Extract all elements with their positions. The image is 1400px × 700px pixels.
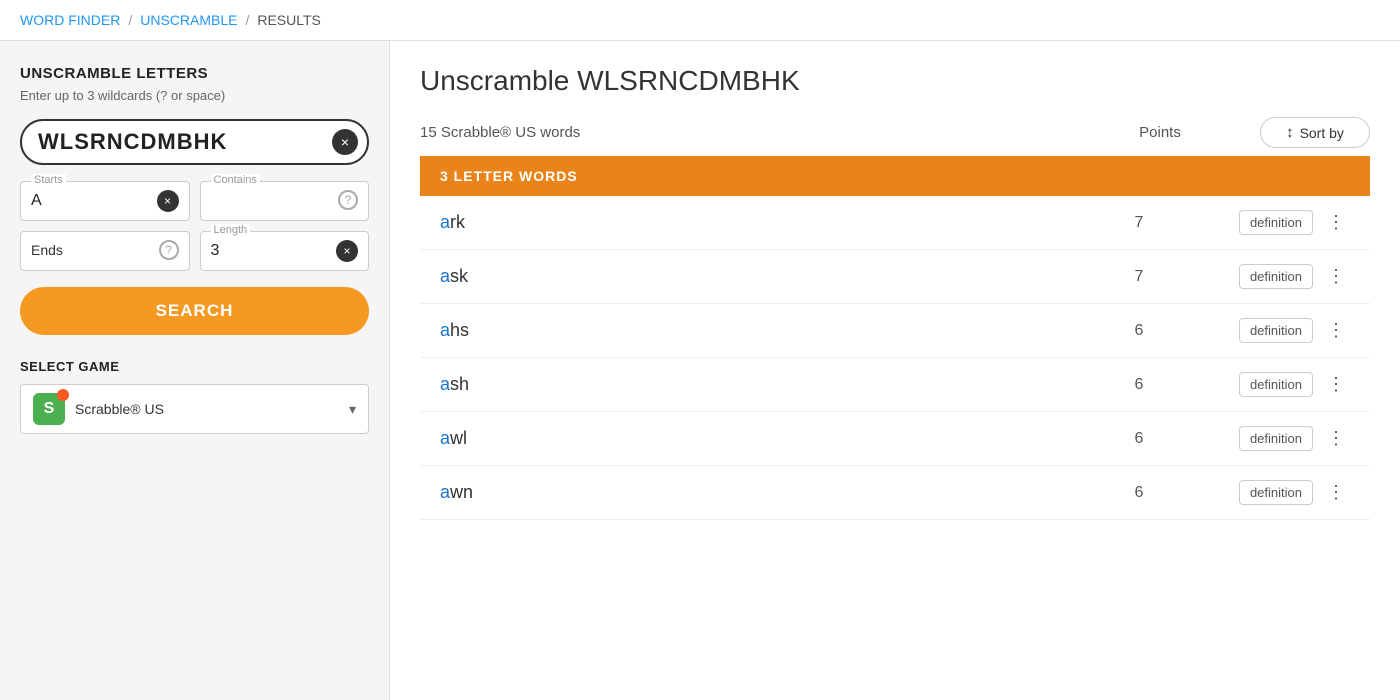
game-icon-badge: [57, 389, 69, 401]
starts-filter: Starts ×: [20, 181, 190, 221]
contains-input[interactable]: [211, 191, 314, 209]
contains-help-icon[interactable]: ?: [338, 190, 358, 210]
results-title: Unscramble WLSRNCDMBHK: [420, 65, 1370, 97]
length-filter: Length ×: [200, 231, 370, 271]
definition-button[interactable]: definition: [1239, 372, 1313, 397]
sort-button[interactable]: ↕ Sort by: [1260, 117, 1370, 148]
word-text: ahs: [440, 320, 1039, 341]
more-options-button[interactable]: ⋮: [1323, 482, 1350, 503]
word-points: 6: [1039, 376, 1239, 394]
table-row: ark7definition ⋮: [420, 196, 1370, 250]
game-name: Scrabble® US: [75, 401, 349, 417]
starts-input-row: ×: [31, 190, 179, 212]
game-icon: S: [33, 393, 65, 425]
word-first-letter: a: [440, 212, 450, 232]
points-label: Points: [1060, 124, 1260, 141]
word-first-letter: a: [440, 320, 450, 340]
word-points: 6: [1039, 430, 1239, 448]
length-input[interactable]: [211, 242, 314, 260]
select-game-title: SELECT GAME: [20, 359, 369, 374]
table-row: ahs6definition ⋮: [420, 304, 1370, 358]
table-row: awn6definition ⋮: [420, 466, 1370, 520]
word-first-letter: a: [440, 428, 450, 448]
filter-row-2: Ends ? Length ×: [20, 231, 369, 271]
definition-button[interactable]: definition: [1239, 264, 1313, 289]
length-clear-button[interactable]: ×: [336, 240, 358, 262]
search-input[interactable]: [38, 129, 332, 155]
breadcrumb-sep-2: /: [245, 12, 249, 28]
table-row: ask7definition ⋮: [420, 250, 1370, 304]
results-panel: Unscramble WLSRNCDMBHK 15 Scrabble® US w…: [390, 41, 1400, 700]
section-header: 3 LETTER WORDS: [420, 156, 1370, 196]
breadcrumb-results: RESULTS: [257, 12, 321, 28]
game-select-box[interactable]: S Scrabble® US ▾: [20, 384, 369, 434]
more-options-button[interactable]: ⋮: [1323, 320, 1350, 341]
ends-help-icon[interactable]: ?: [159, 240, 179, 260]
definition-button[interactable]: definition: [1239, 318, 1313, 343]
word-text: ask: [440, 266, 1039, 287]
word-text: ark: [440, 212, 1039, 233]
breadcrumb: WORD FINDER / UNSCRAMBLE / RESULTS: [0, 0, 1400, 41]
definition-button[interactable]: definition: [1239, 426, 1313, 451]
definition-button[interactable]: definition: [1239, 480, 1313, 505]
breadcrumb-word-finder[interactable]: WORD FINDER: [20, 12, 120, 28]
starts-input[interactable]: [31, 192, 134, 210]
more-options-button[interactable]: ⋮: [1323, 428, 1350, 449]
contains-input-row: ?: [211, 190, 359, 210]
word-first-letter: a: [440, 266, 450, 286]
word-text: awl: [440, 428, 1039, 449]
starts-label: Starts: [31, 174, 66, 186]
word-text: ash: [440, 374, 1039, 395]
ends-input-row: Ends ?: [31, 240, 179, 260]
main-layout: UNSCRAMBLE LETTERS Enter up to 3 wildcar…: [0, 41, 1400, 700]
word-text: awn: [440, 482, 1039, 503]
length-label: Length: [211, 224, 251, 236]
word-points: 6: [1039, 484, 1239, 502]
sidebar-title: UNSCRAMBLE LETTERS: [20, 65, 369, 82]
sort-icon: ↕: [1286, 124, 1294, 141]
search-button[interactable]: SEARCH: [20, 287, 369, 335]
word-points: 6: [1039, 322, 1239, 340]
table-row: ash6definition ⋮: [420, 358, 1370, 412]
more-options-button[interactable]: ⋮: [1323, 212, 1350, 233]
search-clear-button[interactable]: ×: [332, 129, 358, 155]
filter-row-1: Starts × Contains ?: [20, 181, 369, 221]
results-count: 15 Scrabble® US words: [420, 124, 1060, 141]
words-list: ark7definition⋮ask7definition⋮ahs6defini…: [420, 196, 1370, 520]
word-first-letter: a: [440, 482, 450, 502]
word-points: 7: [1039, 214, 1239, 232]
table-row: awl6definition ⋮: [420, 412, 1370, 466]
more-options-button[interactable]: ⋮: [1323, 374, 1350, 395]
breadcrumb-sep-1: /: [128, 12, 132, 28]
results-header: 15 Scrabble® US words Points ↕ Sort by: [420, 117, 1370, 148]
ends-label: Ends: [31, 242, 63, 258]
sidebar: UNSCRAMBLE LETTERS Enter up to 3 wildcar…: [0, 41, 390, 700]
definition-button[interactable]: definition: [1239, 210, 1313, 235]
ends-filter: Ends ?: [20, 231, 190, 271]
word-first-letter: a: [440, 374, 450, 394]
more-options-button[interactable]: ⋮: [1323, 266, 1350, 287]
sort-label: Sort by: [1300, 125, 1344, 141]
chevron-down-icon: ▾: [349, 401, 356, 418]
sidebar-subtitle: Enter up to 3 wildcards (? or space): [20, 88, 369, 103]
breadcrumb-unscramble[interactable]: UNSCRAMBLE: [140, 12, 237, 28]
contains-label: Contains: [211, 174, 260, 186]
length-input-row: ×: [211, 240, 359, 262]
word-points: 7: [1039, 268, 1239, 286]
contains-filter: Contains ?: [200, 181, 370, 221]
starts-clear-button[interactable]: ×: [157, 190, 179, 212]
search-input-wrapper: ×: [20, 119, 369, 165]
